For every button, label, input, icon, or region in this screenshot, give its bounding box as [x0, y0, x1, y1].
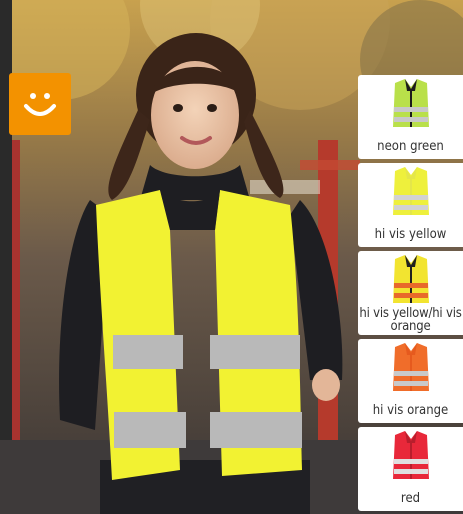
color-swatch-hi-vis-yellow-hi-vis-orange[interactable]: hi vis yellow/hi vis orange: [358, 251, 463, 335]
smiley-face-icon: [24, 93, 56, 116]
swatch-label: neon green: [377, 139, 444, 154]
vest-thumbnail-icon: [393, 167, 429, 215]
swatch-label: hi vis yellow: [374, 227, 447, 242]
vest-thumbnail-icon: [393, 431, 429, 479]
color-swatch-red[interactable]: red: [358, 427, 463, 511]
color-swatch-hi-vis-yellow[interactable]: hi vis yellow: [358, 163, 463, 247]
swatch-label: hi vis orange: [372, 403, 449, 418]
vest-thumbnail-icon: [393, 255, 429, 303]
swatch-label: red: [400, 491, 421, 506]
vest-thumbnail-icon: [393, 343, 429, 391]
kids-badge: [9, 73, 71, 135]
color-swatch-neon-green[interactable]: neon green: [358, 75, 463, 159]
color-swatch-hi-vis-orange[interactable]: hi vis orange: [358, 339, 463, 423]
vest-thumbnail-icon: [393, 79, 429, 127]
swatch-label: hi vis yellow/hi vis orange: [359, 306, 462, 334]
